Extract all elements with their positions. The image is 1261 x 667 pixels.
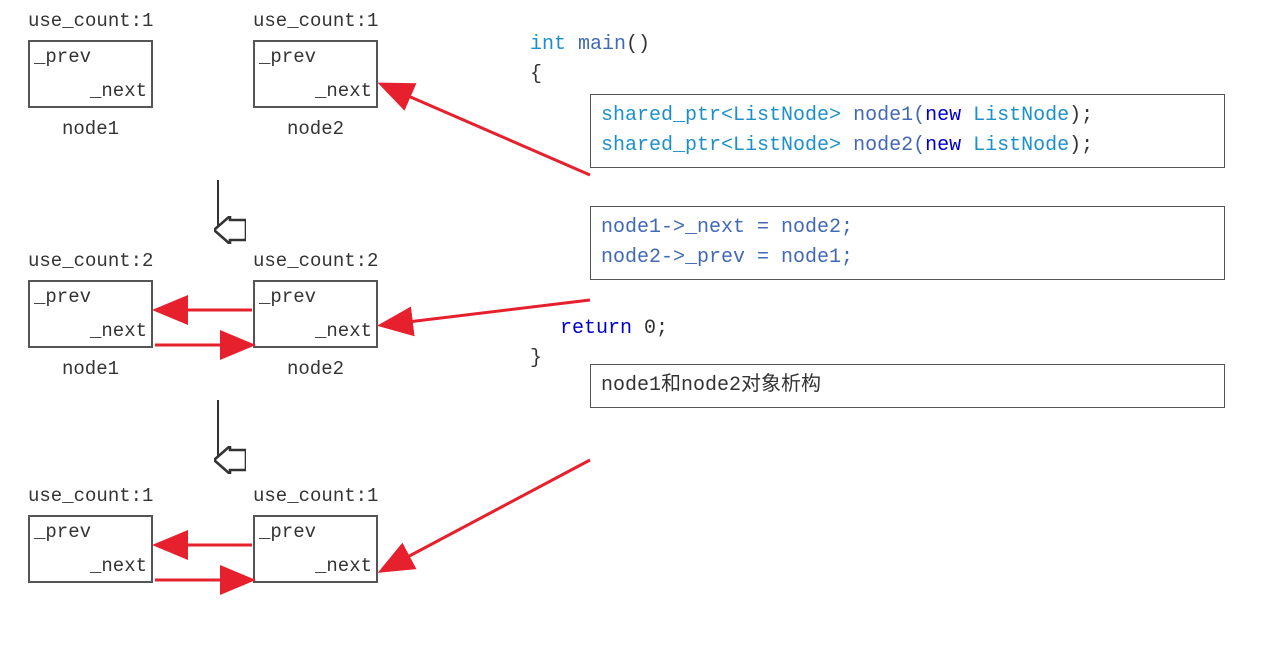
diagram-area: use_count:1 _prev _next node1 use_count:…	[20, 0, 460, 560]
main-ident: main	[566, 33, 626, 56]
stage3-node2: use_count:1 _prev _next	[245, 485, 440, 583]
node-box: _prev _next	[253, 515, 378, 583]
sharedptr-kw: shared_ptr	[601, 104, 721, 127]
brace-open: {	[530, 60, 1240, 90]
return-line: return 0;	[560, 314, 1240, 344]
prev-field: _prev	[34, 46, 91, 68]
stage2-node2: use_count:2 _prev _next node2	[245, 250, 440, 380]
stage3-node1: use_count:1 _prev _next	[20, 485, 215, 583]
use-count-label: use_count:1	[20, 485, 215, 507]
use-count-label: use_count:1	[245, 485, 440, 507]
line-end: );	[1069, 104, 1093, 127]
decl-node2: shared_ptr<ListNode> node2(new ListNode)…	[601, 131, 1214, 161]
assign-next: node1->_next = node2;	[601, 213, 1214, 243]
assign-prev: node2->_prev = node1;	[601, 243, 1214, 273]
stage-1: use_count:1 _prev _next node1 use_count:…	[20, 0, 460, 190]
node-box: _prev _next	[28, 515, 153, 583]
next-field: _next	[315, 320, 372, 342]
node-box: _prev _next	[253, 40, 378, 108]
line-end: );	[1069, 134, 1093, 157]
use-count-label: use_count:2	[20, 250, 215, 272]
next-field: _next	[315, 555, 372, 577]
code-block-3: node1和node2对象析构	[590, 364, 1225, 408]
template-param: <ListNode>	[721, 134, 841, 157]
use-count-label: use_count:1	[20, 10, 215, 32]
destruct-note: node1和node2对象析构	[601, 371, 1214, 401]
return-value: 0;	[632, 317, 668, 340]
sharedptr-kw: shared_ptr	[601, 134, 721, 157]
node-box: _prev _next	[28, 40, 153, 108]
typename: ListNode	[961, 104, 1069, 127]
stage1-node1: use_count:1 _prev _next node1	[20, 10, 215, 140]
paren: ()	[626, 33, 650, 56]
var-node1: node1(	[841, 104, 925, 127]
stage-3: use_count:1 _prev _next use_count:1 _pre…	[20, 390, 460, 560]
node-label: node2	[253, 118, 378, 140]
typename: ListNode	[961, 134, 1069, 157]
prev-field: _prev	[34, 286, 91, 308]
new-keyword: new	[925, 134, 961, 157]
prev-field: _prev	[34, 521, 91, 543]
next-field: _next	[90, 555, 147, 577]
code-block-2: node1->_next = node2; node2->_prev = nod…	[590, 206, 1225, 280]
stage1-node2: use_count:1 _prev _next node2	[245, 10, 440, 140]
prev-field: _prev	[259, 286, 316, 308]
next-field: _next	[90, 80, 147, 102]
stage2-node1: use_count:2 _prev _next node1	[20, 250, 215, 380]
int-keyword: int	[530, 33, 566, 56]
template-param: <ListNode>	[721, 104, 841, 127]
next-field: _next	[90, 320, 147, 342]
node-label: node1	[28, 118, 153, 140]
prev-field: _prev	[259, 46, 316, 68]
var-node2: node2(	[841, 134, 925, 157]
prev-field: _prev	[259, 521, 316, 543]
node-label: node1	[28, 358, 153, 380]
main-signature: int main()	[530, 30, 1240, 60]
stage-2: use_count:2 _prev _next node1 use_count:…	[20, 190, 460, 390]
node-box: _prev _next	[253, 280, 378, 348]
return-keyword: return	[560, 317, 632, 340]
next-field: _next	[315, 80, 372, 102]
node-label: node2	[253, 358, 378, 380]
new-keyword: new	[925, 104, 961, 127]
decl-node1: shared_ptr<ListNode> node1(new ListNode)…	[601, 101, 1214, 131]
code-area: int main() { shared_ptr<ListNode> node1(…	[530, 30, 1240, 412]
use-count-label: use_count:2	[245, 250, 440, 272]
node-box: _prev _next	[28, 280, 153, 348]
use-count-label: use_count:1	[245, 10, 440, 32]
code-block-1: shared_ptr<ListNode> node1(new ListNode)…	[590, 94, 1225, 168]
